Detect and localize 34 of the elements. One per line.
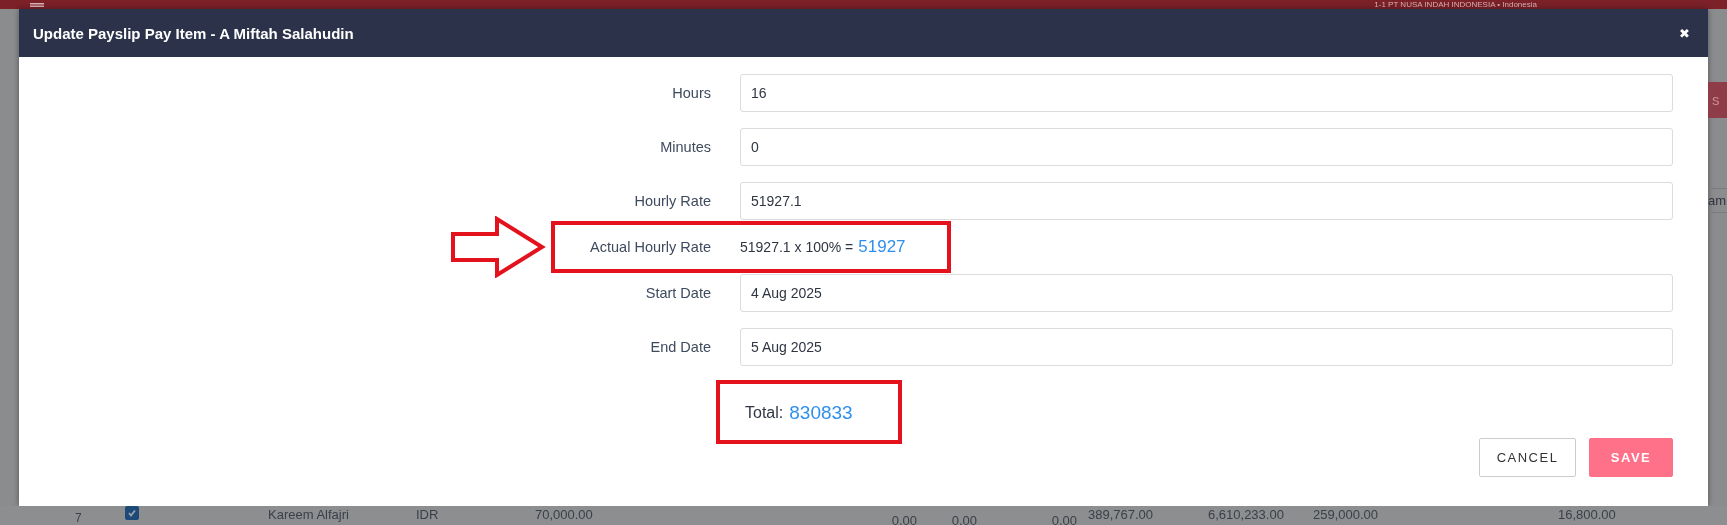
input-field[interactable]: 4 Aug 2025 bbox=[740, 274, 1673, 312]
company-selector[interactable]: 1-1 PT NUSA INDAH INDONESIA • Indonesia bbox=[1374, 0, 1537, 9]
row-checkbox[interactable] bbox=[125, 506, 139, 520]
dialog-title: Update Payslip Pay Item - A Miftah Salahudin bbox=[33, 24, 354, 42]
row-number: 7 bbox=[75, 510, 83, 523]
field-label: Start Date bbox=[644, 285, 711, 301]
table-cell-text: 259,000.00 bbox=[1313, 506, 1380, 522]
table-cell-text: Kareem Alfajri bbox=[268, 506, 350, 522]
close-button[interactable]: ✖ bbox=[1675, 23, 1694, 43]
table-cell-text: 70,000.00 bbox=[535, 506, 594, 522]
field-label: Hourly Rate bbox=[633, 193, 711, 209]
input-field[interactable]: 5 Aug 2025 bbox=[740, 328, 1673, 366]
table-cell-text: 0.00 bbox=[950, 512, 977, 525]
formula-result: 51927 bbox=[858, 237, 906, 257]
formula-text: 51927.1 x 100% = bbox=[740, 239, 854, 255]
table-cell-text: 0.00 bbox=[1050, 512, 1077, 525]
total-label: Total: bbox=[745, 404, 784, 422]
menu-icon[interactable] bbox=[30, 2, 44, 7]
table-cell-text: IDR bbox=[416, 506, 440, 522]
input-field[interactable]: 16 bbox=[740, 74, 1673, 112]
table-cell-text: 0.00 bbox=[890, 512, 917, 525]
table-cell-text: 16,800.00 bbox=[1558, 506, 1617, 522]
field-label: End Date bbox=[649, 339, 711, 355]
check-icon bbox=[127, 508, 137, 518]
field-label: Hours bbox=[671, 85, 711, 101]
table-cell-text: 389,767.00 bbox=[1087, 506, 1155, 522]
field-label: Minutes bbox=[659, 139, 711, 155]
table-cell-text: 6,610,233.00 bbox=[1208, 506, 1285, 522]
input-field[interactable]: 0 bbox=[740, 128, 1673, 166]
table-cell: am bbox=[1708, 188, 1727, 213]
cancel-button[interactable]: CANCEL bbox=[1479, 438, 1576, 477]
input-field[interactable]: 51927.1 bbox=[740, 182, 1673, 220]
field-label: Actual Hourly Rate bbox=[589, 239, 711, 255]
total-value: 830833 bbox=[789, 402, 853, 424]
